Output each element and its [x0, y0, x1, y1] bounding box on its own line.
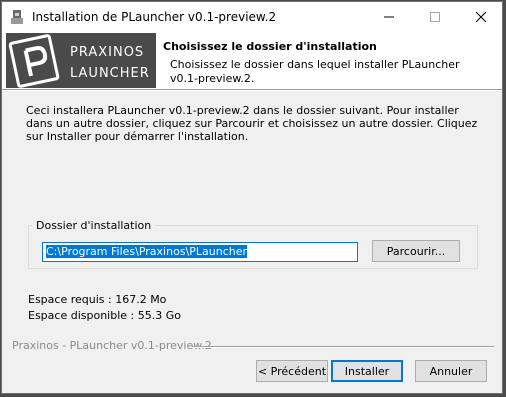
- praxinos-logo-mark-icon: [8, 34, 60, 88]
- install-folder-group-label: Dossier d'installation: [32, 219, 156, 232]
- praxinos-logo: PRAXINOS LAUNCHER: [6, 33, 156, 88]
- title-bar[interactable]: Installation de PLauncher v0.1-preview.2: [2, 2, 502, 32]
- install-path-value: C:\Program Files\Praxinos\PLauncher: [46, 245, 248, 258]
- back-button[interactable]: < Précédent: [256, 360, 328, 382]
- footer-branding-text: Praxinos - PLauncher v0.1-preview.2: [12, 339, 212, 352]
- space-available-text: Espace disponible : 55.3 Go: [28, 309, 181, 322]
- page-subtitle-line1: Choisissez le dossier dans lequel instal…: [170, 58, 460, 71]
- logo-text-bottom: LAUNCHER: [70, 66, 150, 81]
- window-title: Installation de PLauncher v0.1-preview.2: [32, 10, 277, 24]
- installer-window: Installation de PLauncher v0.1-preview.2…: [1, 1, 503, 394]
- page-subtitle-line2: v0.1-preview.2.: [170, 72, 255, 85]
- logo-text-top: PRAXINOS: [70, 45, 145, 60]
- close-icon: [476, 12, 486, 22]
- space-required-text: Espace requis : 167.2 Mo: [28, 293, 167, 306]
- page-title: Choisissez le dossier d'installation: [163, 40, 377, 53]
- installer-app-icon: [11, 10, 23, 24]
- browse-button[interactable]: Parcourir...: [372, 240, 460, 262]
- intro-text: Ceci installera PLauncher v0.1-preview.2…: [26, 104, 478, 143]
- install-button[interactable]: Installer: [331, 360, 403, 382]
- minimize-button[interactable]: [366, 2, 412, 32]
- footer-divider-highlight: [192, 347, 494, 348]
- maximize-icon: [430, 12, 440, 22]
- cancel-button[interactable]: Annuler: [415, 360, 487, 382]
- install-path-input[interactable]: C:\Program Files\Praxinos\PLauncher: [42, 242, 358, 262]
- wizard-header: PRAXINOS LAUNCHER Choisissez le dossier …: [2, 32, 502, 89]
- maximize-button: [412, 2, 458, 32]
- close-button[interactable]: [458, 2, 504, 32]
- header-divider-highlight: [2, 90, 502, 91]
- minimize-icon: [384, 16, 394, 18]
